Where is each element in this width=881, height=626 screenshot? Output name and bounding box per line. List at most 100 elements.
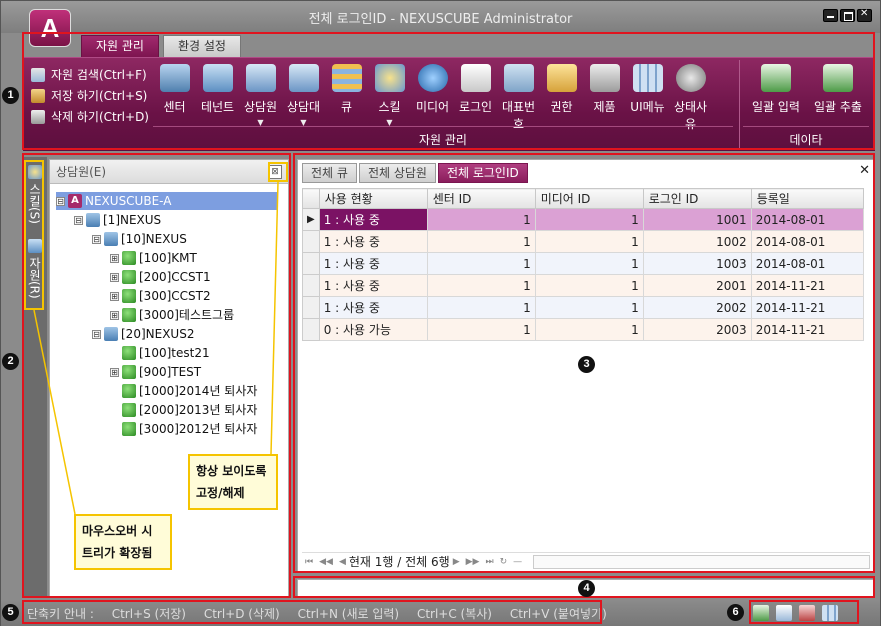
media-button[interactable]: 미디어 xyxy=(411,62,454,132)
expand-icon[interactable]: ⊞ xyxy=(110,291,119,301)
column-header[interactable]: 등록일 xyxy=(750,188,864,209)
table-cell[interactable]: 1 : 사용 중 xyxy=(318,208,428,231)
tree-node[interactable]: [1000]2014년 퇴사자 xyxy=(122,382,257,400)
table-cell[interactable]: 1 xyxy=(426,252,536,275)
table-cell[interactable]: 1 xyxy=(534,318,644,341)
table-row[interactable]: 0 : 사용 가능 1 1 2003 2014-11-21 xyxy=(302,318,864,341)
queue-button[interactable]: 큐 xyxy=(325,62,368,132)
refresh-icon[interactable]: ↻ xyxy=(500,557,508,567)
expand-icon[interactable]: ⊞ xyxy=(110,310,119,320)
table-cell[interactable]: 2014-11-21 xyxy=(750,274,864,297)
column-header[interactable]: 로그인 ID xyxy=(642,188,752,209)
agent-button[interactable]: 상담원 ▼ xyxy=(239,62,282,132)
table-cell[interactable]: 1 : 사용 중 xyxy=(318,252,428,275)
table-cell[interactable]: 1 xyxy=(534,274,644,297)
table-cell[interactable]: 1 xyxy=(426,230,536,253)
tree-node[interactable]: ⊞ [200]CCST1 xyxy=(110,268,211,286)
collapse-icon[interactable]: ⊟ xyxy=(92,329,101,339)
table-row[interactable]: 1 : 사용 중 1 1 2001 2014-11-21 xyxy=(302,274,864,297)
table-cell[interactable]: 1 xyxy=(534,230,644,253)
tree-node[interactable]: [2000]2013년 퇴사자 xyxy=(122,401,257,419)
tree-node[interactable]: ⊟ [10]NEXUS xyxy=(92,230,187,248)
bulk-export-button[interactable]: 일괄 추출 xyxy=(807,62,869,115)
table-cell[interactable]: 1003 xyxy=(642,252,752,275)
permission-button[interactable]: 권한 xyxy=(540,62,583,132)
table-cell[interactable]: 2014-11-21 xyxy=(750,296,864,319)
table-row[interactable]: ▶ 1 : 사용 중 1 1 1001 2014-08-01 xyxy=(302,208,864,231)
table-cell[interactable]: 2003 xyxy=(642,318,752,341)
table-cell[interactable]: 1002 xyxy=(642,230,752,253)
tenant-button[interactable]: 테넌트 xyxy=(196,62,239,132)
tab-resource-management[interactable]: 자원 관리 xyxy=(81,35,159,57)
column-header[interactable]: 미디어 ID xyxy=(534,188,644,209)
collapse-icon[interactable]: ⊟ xyxy=(56,196,65,206)
expand-icon[interactable]: ⊞ xyxy=(110,253,119,263)
table-cell[interactable]: 2014-08-01 xyxy=(750,252,864,275)
table-row[interactable]: 1 : 사용 중 1 1 2002 2014-11-21 xyxy=(302,296,864,319)
ui-menu-button[interactable]: UI메뉴 xyxy=(626,62,669,132)
table-cell[interactable]: 1 xyxy=(426,208,536,231)
tree-node[interactable]: [100]test21 xyxy=(122,344,210,362)
first-page-icon[interactable]: ⏮ xyxy=(305,557,313,567)
prev-page-icon[interactable]: ◀◀ xyxy=(319,557,333,567)
app-logo[interactable]: A xyxy=(29,9,71,47)
table-cell[interactable]: 1 : 사용 중 xyxy=(318,230,428,253)
table-cell[interactable]: 2001 xyxy=(642,274,752,297)
minus-icon[interactable]: — xyxy=(513,557,522,567)
close-icon[interactable] xyxy=(857,8,872,22)
table-cell[interactable]: 1 xyxy=(534,296,644,319)
table-cell[interactable]: 1 xyxy=(534,252,644,275)
grid-icon[interactable] xyxy=(822,605,838,621)
horizontal-scrollbar[interactable] xyxy=(533,554,870,569)
save-button[interactable]: 저장 하기(Ctrl+S) xyxy=(31,85,149,106)
tab-settings[interactable]: 환경 설정 xyxy=(162,35,241,57)
bulk-import-button[interactable]: 일괄 입력 xyxy=(745,62,807,115)
tree-node[interactable]: ⊞ [300]CCST2 xyxy=(110,287,211,305)
clear-icon[interactable] xyxy=(799,605,815,621)
tab-all-queues[interactable]: 전체 큐 xyxy=(302,163,357,183)
table-cell[interactable]: 1 xyxy=(426,274,536,297)
table-cell[interactable]: 2014-08-01 xyxy=(750,208,864,231)
next-page-icon[interactable]: ▶▶ xyxy=(466,557,480,567)
tree-node[interactable]: ⊟ [1]NEXUS xyxy=(74,211,161,229)
table-row[interactable]: 1 : 사용 중 1 1 1002 2014-08-01 xyxy=(302,230,864,253)
tree-node[interactable]: ⊟ A NEXUSCUBE-A xyxy=(56,192,278,210)
preview-icon[interactable] xyxy=(776,605,792,621)
tree-node[interactable]: ⊞ [900]TEST xyxy=(110,363,201,381)
collapse-icon[interactable]: ⊟ xyxy=(92,234,101,244)
table-cell[interactable]: 2014-08-01 xyxy=(750,230,864,253)
table-cell[interactable]: 1 xyxy=(426,318,536,341)
table-cell[interactable]: 1 : 사용 중 xyxy=(318,274,428,297)
delete-button[interactable]: 삭제 하기(Ctrl+D) xyxy=(31,106,149,127)
status-reason-button[interactable]: 상태사유 xyxy=(669,62,712,132)
center-button[interactable]: 센터 xyxy=(153,62,196,132)
column-header[interactable]: 센터 ID xyxy=(426,188,536,209)
minimize-icon[interactable] xyxy=(823,9,838,22)
expand-icon[interactable]: ⊞ xyxy=(110,367,119,377)
search-resource-button[interactable]: 자원 검색(Ctrl+F) xyxy=(31,64,149,85)
maximize-icon[interactable] xyxy=(840,9,855,22)
last-page-icon[interactable]: ⏭ xyxy=(485,557,493,567)
next-row-icon[interactable]: ▶ xyxy=(453,557,460,567)
expand-icon[interactable]: ⊞ xyxy=(110,272,119,282)
table-cell[interactable]: 0 : 사용 가능 xyxy=(318,318,428,341)
table-row[interactable]: 1 : 사용 중 1 1 1003 2014-08-01 xyxy=(302,252,864,275)
table-cell[interactable]: 1 xyxy=(534,208,644,231)
tree-node[interactable]: [3000]2012년 퇴사자 xyxy=(122,420,257,438)
excel-icon[interactable] xyxy=(753,605,769,621)
product-button[interactable]: 제품 xyxy=(583,62,626,132)
close-icon[interactable]: ✕ xyxy=(859,163,870,178)
tab-all-login-ids[interactable]: 전체 로그인ID xyxy=(437,163,528,183)
main-number-button[interactable]: 대표번호 xyxy=(497,62,540,132)
prev-row-icon[interactable]: ◀ xyxy=(339,557,346,567)
skill-button[interactable]: 스킬 ▼ xyxy=(368,62,411,132)
login-button[interactable]: 로그인 xyxy=(454,62,497,132)
tab-all-agents[interactable]: 전체 상담원 xyxy=(358,163,436,183)
tree-node[interactable]: ⊟ [20]NEXUS2 xyxy=(92,325,194,343)
column-header[interactable]: 사용 현황 xyxy=(318,188,428,209)
tree-node[interactable]: ⊞ [100]KMT xyxy=(110,249,197,267)
table-cell[interactable]: 2014-11-21 xyxy=(750,318,864,341)
table-cell[interactable]: 1 : 사용 중 xyxy=(318,296,428,319)
agent-group-button[interactable]: 상담대 ▼ xyxy=(282,62,325,132)
table-cell[interactable]: 1 xyxy=(426,296,536,319)
